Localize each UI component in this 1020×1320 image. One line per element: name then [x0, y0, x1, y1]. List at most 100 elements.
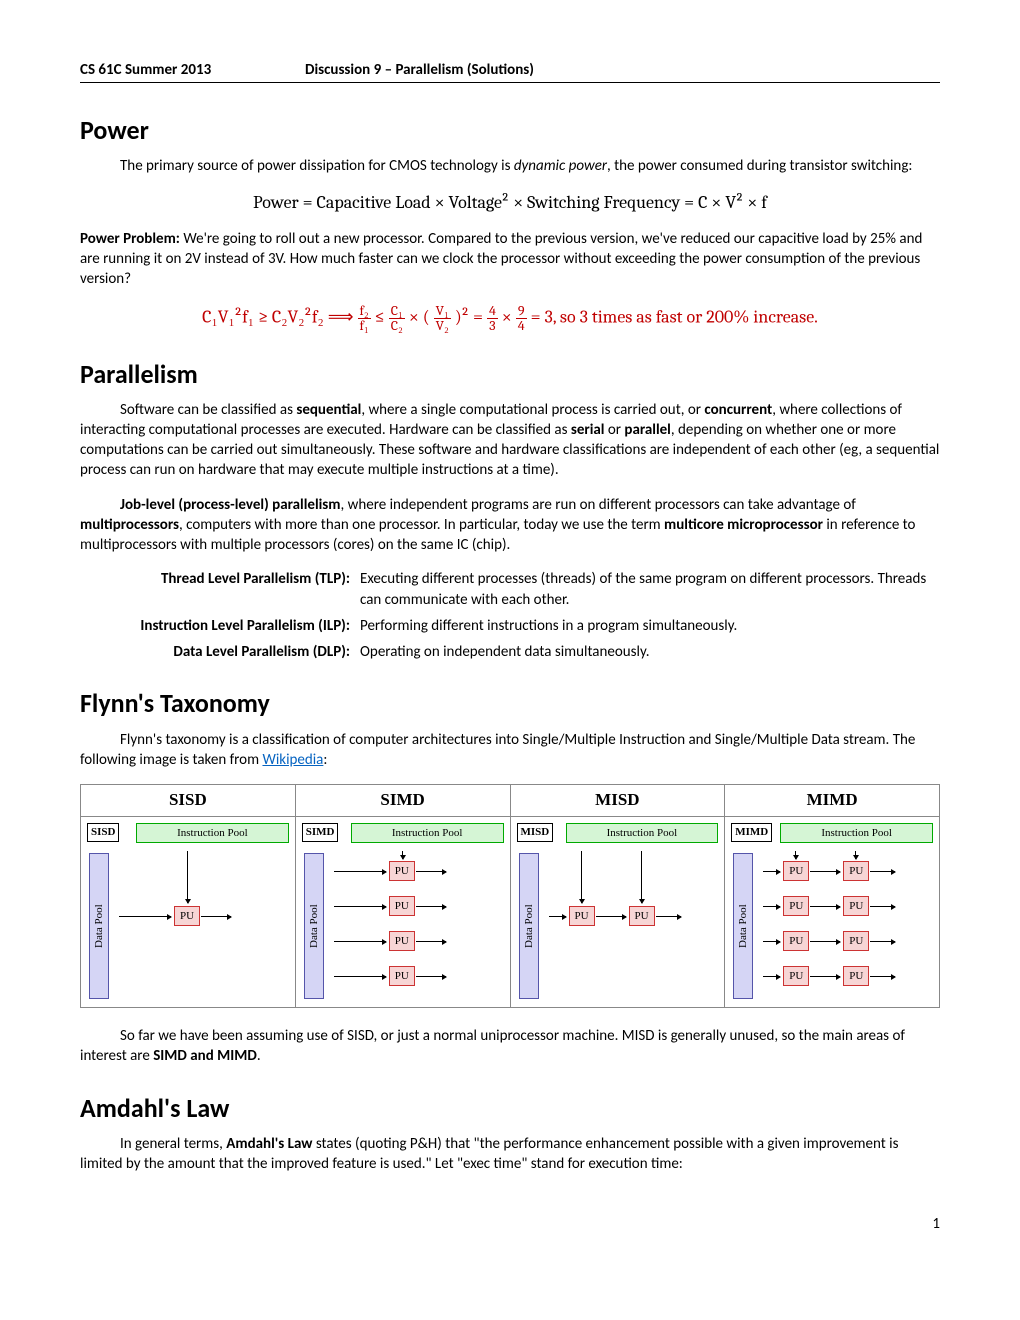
page-number: 1	[80, 1214, 940, 1234]
def-label: Data Level Parallelism (DLP):	[80, 642, 360, 662]
section-heading-flynn: Flynn's Taxonomy	[80, 686, 940, 721]
arrow-icon	[763, 906, 780, 907]
arrow-icon	[334, 976, 386, 977]
text: = 3, so 3 times as fast or 200% increase…	[531, 306, 818, 327]
pu-box: PU	[783, 966, 809, 986]
arrow-icon	[334, 941, 386, 942]
instruction-pool: Instruction Pool	[136, 823, 289, 843]
arrow-icon	[416, 976, 446, 977]
flynn-after: So far we have been assuming use of SISD…	[80, 1026, 940, 1067]
tag: SIMD	[302, 823, 339, 842]
power-intro: The primary source of power dissipation …	[80, 156, 940, 176]
parallelism-definitions: Thread Level Parallelism (TLP): Executin…	[80, 569, 940, 662]
def-dlp: Data Level Parallelism (DLP): Operating …	[80, 642, 940, 662]
text: :	[323, 751, 327, 769]
wikipedia-link[interactable]: Wikipedia	[262, 751, 323, 769]
text: or	[604, 421, 624, 439]
def-text: Performing different instructions in a p…	[360, 616, 940, 636]
arrow-icon	[810, 906, 840, 907]
denominator: C₂	[389, 319, 405, 333]
text: We're going to roll out a new processor.…	[80, 230, 922, 289]
flynn-title-sisd: SISD	[81, 785, 296, 816]
data-pool: Data Pool	[733, 853, 753, 999]
pu-area: PU	[119, 851, 287, 999]
flynn-title-simd: SIMD	[296, 785, 511, 816]
pu-area: PU PU PU PU	[334, 851, 502, 999]
section-heading-parallelism: Parallelism	[80, 357, 940, 392]
pu-box: PU	[389, 931, 415, 951]
bold: multicore microprocessor	[664, 516, 823, 534]
arrow-icon	[870, 976, 895, 977]
flynn-cell-mimd: MIMD Instruction Pool Data Pool PU PU PU…	[725, 817, 939, 1007]
text: Flynn's taxonomy is a classification of …	[80, 731, 915, 769]
arrow-icon	[581, 851, 582, 903]
text: × (	[409, 306, 430, 327]
bold: sequential	[296, 401, 361, 419]
flynn-title-misd: MISD	[511, 785, 726, 816]
pu-box: PU	[843, 931, 869, 951]
denominator: f₁	[358, 319, 371, 333]
arrow-icon	[795, 851, 796, 859]
pu-box: PU	[389, 966, 415, 986]
section-heading-amdahl: Amdahl's Law	[80, 1091, 940, 1126]
pu-area: PU PU PU PU PU PU PU PU	[763, 851, 931, 999]
pu-area: PU PU	[549, 851, 717, 999]
pu-box: PU	[783, 861, 809, 881]
bold: concurrent	[704, 401, 772, 419]
bold: Amdahl's Law	[226, 1135, 312, 1153]
section-heading-power: Power	[80, 113, 940, 148]
arrow-icon	[870, 871, 895, 872]
data-pool: Data Pool	[304, 853, 324, 999]
def-text: Operating on independent data simultaneo…	[360, 642, 940, 662]
denominator: 4	[516, 319, 527, 333]
arrow-icon	[187, 851, 188, 903]
flynn-title-mimd: MIMD	[725, 785, 939, 816]
arrow-icon	[119, 916, 171, 917]
flynn-body-row: SISD Instruction Pool Data Pool PU SIMD …	[81, 817, 939, 1007]
bold: parallel	[624, 421, 670, 439]
power-problem: Power Problem: We're going to roll out a…	[80, 229, 940, 290]
arrow-icon	[416, 941, 446, 942]
denominator: V₂	[434, 319, 451, 333]
flynn-cell-simd: SIMD Instruction Pool Data Pool PU PU PU…	[296, 817, 511, 1007]
tag: SISD	[87, 823, 119, 842]
arrow-icon	[596, 916, 626, 917]
pu-box: PU	[389, 861, 415, 881]
parallelism-p1: Software can be classified as sequential…	[80, 400, 940, 481]
arrow-icon	[855, 851, 856, 859]
text: .	[257, 1047, 261, 1065]
page-header: CS 61C Summer 2013 Discussion 9 – Parall…	[80, 60, 940, 83]
instruction-pool: Instruction Pool	[351, 823, 504, 843]
pu-box: PU	[389, 896, 415, 916]
instruction-pool: Instruction Pool	[566, 823, 719, 843]
text: ×	[502, 306, 516, 327]
data-pool: Data Pool	[519, 853, 539, 999]
bold: multiprocessors	[80, 516, 179, 534]
arrow-icon	[416, 871, 446, 872]
arrow-icon	[201, 916, 231, 917]
arrow-icon	[656, 916, 681, 917]
pu-box: PU	[629, 906, 655, 926]
pu-box: PU	[843, 861, 869, 881]
arrow-icon	[334, 906, 386, 907]
text: The primary source of power dissipation …	[120, 157, 514, 175]
pu-box: PU	[783, 931, 809, 951]
text: C₁V₁²f₁ ≥ C₂V₂²f₂ ⟹	[202, 306, 357, 327]
text: , the power consumed during transistor s…	[607, 157, 912, 175]
arrow-icon	[810, 941, 840, 942]
pu-box: PU	[843, 896, 869, 916]
text: , where independent programs are run on …	[341, 496, 856, 514]
text: Software can be classified as	[120, 401, 296, 419]
course-code: CS 61C Summer 2013	[80, 60, 305, 80]
arrow-icon	[549, 916, 566, 917]
def-label: Instruction Level Parallelism (ILP):	[80, 616, 360, 636]
def-tlp: Thread Level Parallelism (TLP): Executin…	[80, 569, 940, 610]
def-text: Executing different processes (threads) …	[360, 569, 940, 610]
text: )² =	[455, 306, 487, 327]
pu-box: PU	[174, 906, 200, 926]
bold: SIMD and MIMD	[153, 1047, 257, 1065]
data-pool: Data Pool	[89, 853, 109, 999]
tag: MIMD	[731, 823, 772, 842]
power-answer: C₁V₁²f₁ ≥ C₂V₂²f₂ ⟹ f₂ f₁ ≤ C₁ C₂ × ( V₁…	[80, 304, 940, 333]
arrow-icon	[870, 941, 895, 942]
